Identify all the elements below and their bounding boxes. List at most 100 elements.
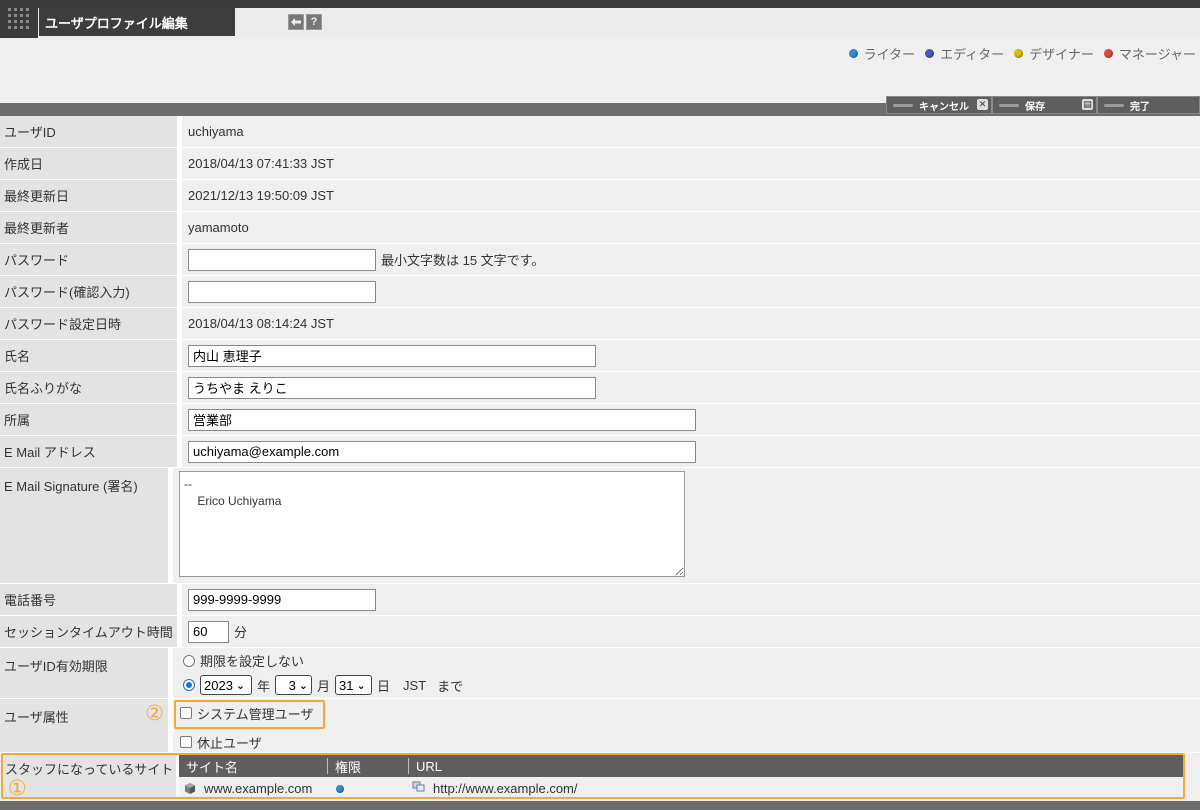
row-name: 氏名 — [0, 340, 1200, 372]
password-set-value: 2018/04/13 08:14:24 JST — [188, 316, 335, 331]
row-signature: E Mail Signature (署名) -- Erico Uchiyama — [0, 468, 1200, 584]
timeout-input[interactable] — [188, 620, 229, 643]
row-created: 作成日 2018/04/13 07:41:33 JST — [0, 148, 1200, 180]
sysadmin-checkbox[interactable] — [180, 707, 192, 719]
row-email: E Mail アドレス — [0, 436, 1200, 468]
created-label: 作成日 — [0, 148, 182, 179]
col-url[interactable]: URL — [408, 758, 1183, 774]
row-updated-by: 最終更新者 yamamoto — [0, 212, 1200, 244]
password-hint: 最小文字数は 15 文字です。 — [381, 253, 545, 268]
chevron-down-icon: ⌄ — [235, 679, 246, 692]
col-role[interactable]: 権限 — [327, 758, 408, 775]
title-bar: ユーザプロファイル編集 ? — [0, 0, 1200, 38]
col-site-name[interactable]: サイト名 — [179, 758, 327, 775]
link-icon — [412, 781, 425, 791]
manager-dot-icon — [1103, 49, 1113, 58]
row-attributes: ユーザ属性 ② システム管理ユーザ 休止ユーザ — [0, 699, 1200, 753]
help-icon[interactable]: ? — [306, 14, 322, 30]
updated-label: 最終更新日 — [0, 180, 182, 211]
suspended-option[interactable]: 休止ユーザ — [174, 733, 262, 752]
row-password-set: パスワード設定日時 2018/04/13 08:14:24 JST — [0, 308, 1200, 340]
row-user-id: ユーザID uchiyama — [0, 116, 1200, 148]
password-label: パスワード — [0, 244, 182, 275]
chevron-down-icon: ⌄ — [356, 679, 366, 692]
timeout-label: セッションタイムアウト時間 — [0, 616, 182, 647]
bottom-band — [0, 801, 1200, 810]
dept-input[interactable] — [188, 408, 696, 431]
staff-table-header: サイト名 権限 URL — [179, 755, 1183, 777]
row-password-confirm: パスワード(確認入力) — [0, 276, 1200, 308]
legend-manager: マネージャー — [1103, 44, 1196, 63]
user-id-label: ユーザID — [0, 116, 182, 147]
app-grid-icon[interactable] — [0, 0, 38, 38]
legend-designer: デザイナー — [1014, 44, 1094, 63]
suspended-checkbox[interactable] — [180, 736, 192, 748]
row-expiry: ユーザID有効期限 期限を設定しない 2023 ⌄ 年 3 ⌄ 月 31 ⌄ 日 JS… — [0, 648, 1200, 699]
row-dept: 所属 — [0, 404, 1200, 436]
button-grip-icon — [999, 103, 1019, 107]
writer-dot-icon — [848, 49, 858, 58]
signature-textarea[interactable]: -- Erico Uchiyama — [179, 471, 685, 577]
created-value: 2018/04/13 07:41:33 JST — [188, 156, 335, 171]
year-select[interactable]: 2023 ⌄ — [200, 675, 252, 695]
writer-role-icon — [336, 784, 344, 793]
staff-sites-table: サイト名 権限 URL www.example.com http://www.e… — [179, 755, 1183, 797]
password-confirm-label: パスワード(確認入力) — [0, 276, 182, 307]
legend-writer: ライター — [848, 44, 915, 63]
row-password: パスワード 最小文字数は 15 文字です。 — [0, 244, 1200, 276]
expiry-label: ユーザID有効期限 — [0, 648, 173, 698]
updated-by-value: yamamoto — [188, 220, 249, 235]
name-label: 氏名 — [0, 340, 182, 371]
phone-label: 電話番号 — [0, 584, 182, 615]
close-icon: ✕ — [977, 99, 988, 110]
attributes-label-cell: ユーザ属性 ② — [0, 699, 173, 752]
user-profile-form: ユーザID uchiyama 作成日 2018/04/13 07:41:33 J… — [0, 116, 1200, 799]
site-name[interactable]: www.example.com — [204, 781, 312, 796]
password-confirm-input[interactable] — [188, 280, 376, 303]
title-tab: ユーザプロファイル編集 — [39, 8, 235, 36]
button-grip-icon — [893, 103, 913, 107]
row-phone: 電話番号 — [0, 584, 1200, 616]
done-button[interactable]: 完了 — [1097, 96, 1200, 114]
staff-sites-section: スタッフになっているサイト ① サイト名 権限 URL www.example.… — [1, 753, 1185, 799]
password-input[interactable] — [188, 248, 376, 271]
staff-sites-label: スタッフになっているサイト — [5, 762, 174, 777]
row-timeout: セッションタイムアウト時間 分 — [0, 616, 1200, 648]
sysadmin-option[interactable]: システム管理ユーザ — [174, 699, 326, 729]
page-title: ユーザプロファイル編集 — [45, 16, 188, 31]
site-cube-icon — [185, 782, 195, 794]
expiry-date-option: 2023 ⌄ 年 3 ⌄ 月 31 ⌄ 日 JST まで — [179, 675, 463, 695]
timeout-unit: 分 — [234, 625, 248, 640]
email-input[interactable] — [188, 440, 696, 463]
action-toolbar: キャンセル ✕ 保存 ▤ 完了 — [886, 96, 1200, 114]
chevron-down-icon: ⌄ — [298, 679, 309, 692]
phone-input[interactable] — [188, 588, 376, 611]
site-url[interactable]: http://www.example.com/ — [433, 781, 578, 796]
top-strip — [0, 0, 1200, 8]
name-kana-input[interactable] — [188, 376, 596, 399]
marker-2: ② — [145, 702, 164, 725]
no-limit-radio[interactable] — [183, 654, 195, 667]
save-icon: ▤ — [1082, 99, 1093, 110]
legend-editor: エディター — [925, 44, 1004, 63]
name-input[interactable] — [188, 344, 596, 367]
dept-label: 所属 — [0, 404, 182, 435]
staff-sites-label-cell: スタッフになっているサイト ① — [3, 755, 179, 800]
cancel-button[interactable]: キャンセル ✕ — [886, 96, 992, 114]
marker-1: ① — [8, 777, 27, 800]
signature-label: E Mail Signature (署名) — [0, 468, 173, 583]
month-select[interactable]: 3 ⌄ — [275, 675, 313, 695]
expiry-no-limit-option[interactable]: 期限を設定しない — [179, 651, 304, 670]
name-kana-label: 氏名ふりがな — [0, 372, 182, 403]
password-set-label: パスワード設定日時 — [0, 308, 182, 339]
button-grip-icon — [1104, 103, 1124, 107]
role-legend: ライター エディター デザイナー マネージャー — [848, 44, 1196, 63]
date-radio[interactable] — [183, 679, 195, 691]
designer-dot-icon — [1014, 49, 1024, 58]
save-button[interactable]: 保存 ▤ — [992, 96, 1097, 114]
row-name-kana: 氏名ふりがな — [0, 372, 1200, 404]
table-row: www.example.com http://www.example.com/ — [179, 777, 1183, 799]
day-select[interactable]: 31 ⌄ — [335, 675, 373, 695]
email-label: E Mail アドレス — [0, 436, 182, 467]
back-icon[interactable] — [288, 14, 304, 30]
